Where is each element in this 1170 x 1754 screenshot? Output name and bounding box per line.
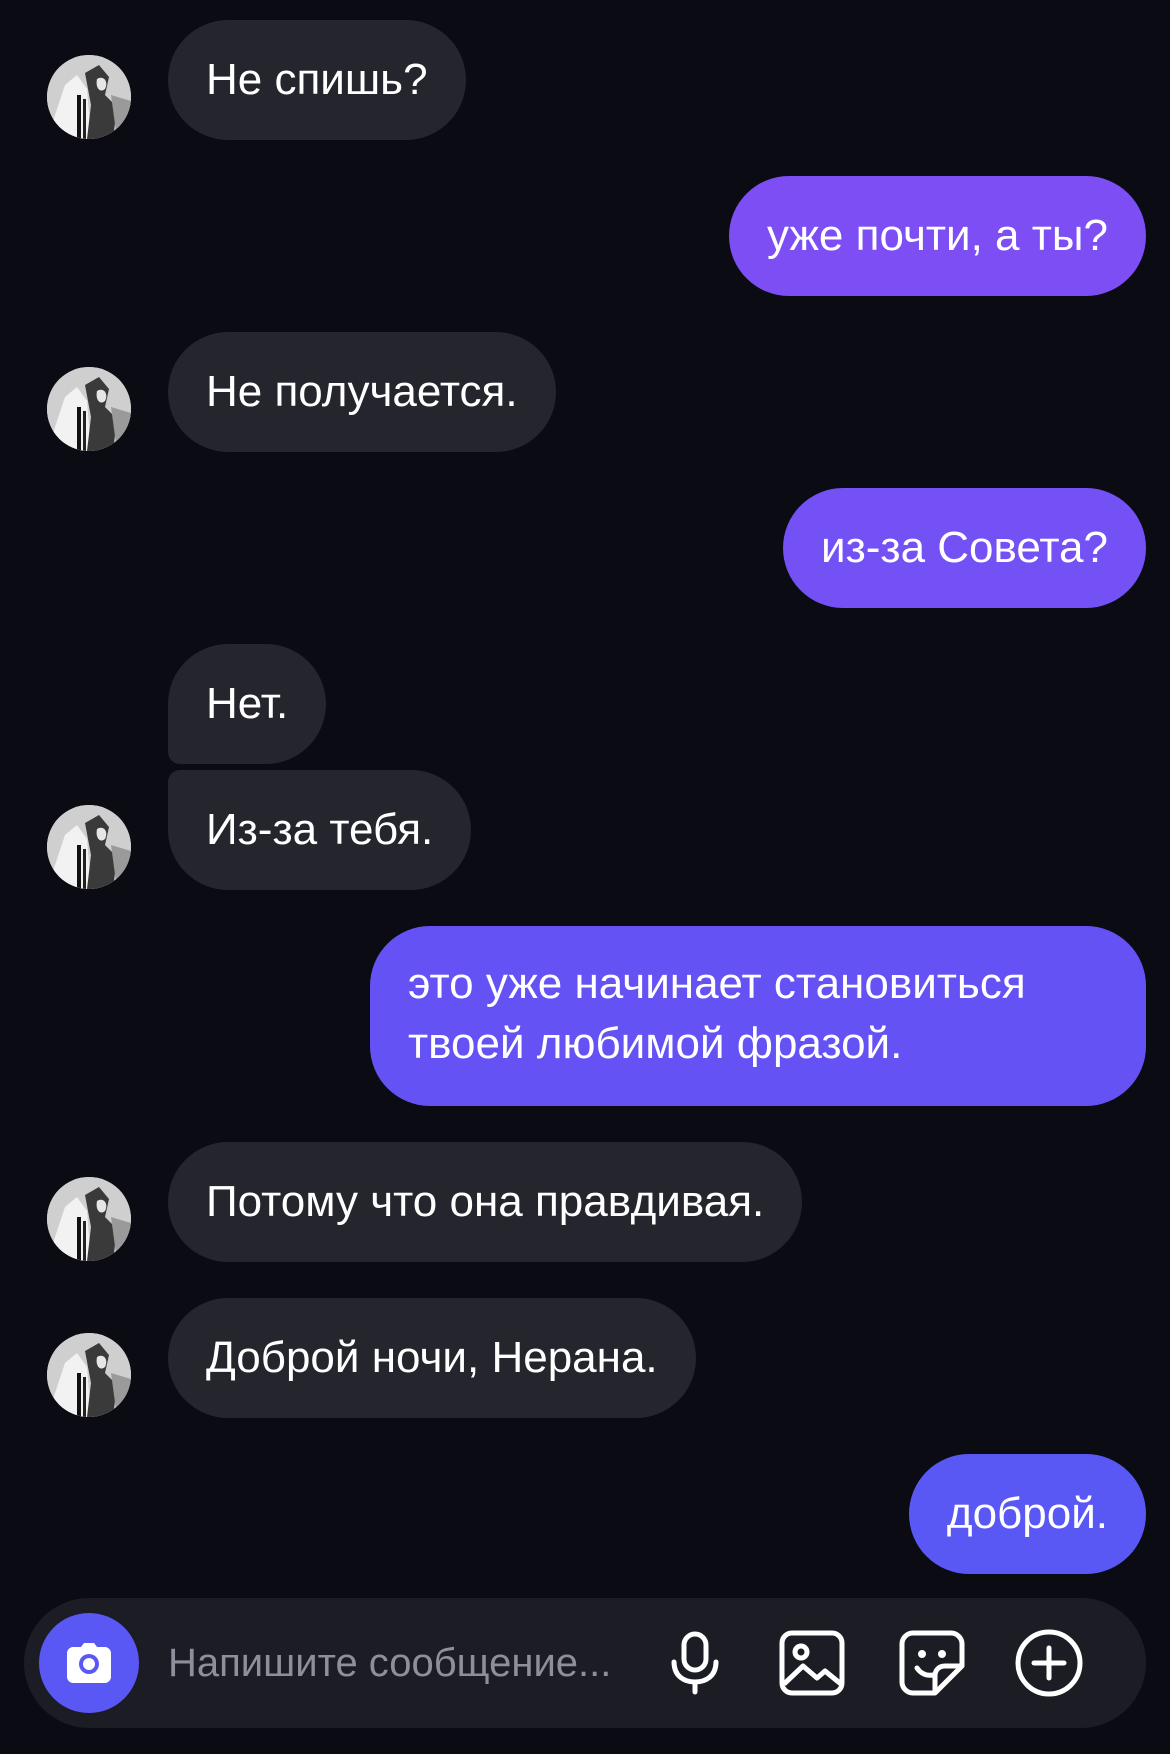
message-input[interactable]: Напишите сообщение...	[168, 1636, 611, 1690]
contact-avatar[interactable]	[47, 1177, 131, 1261]
message-bubble-incoming[interactable]: Из-за тебя.	[168, 770, 472, 890]
plus-circle-icon	[1015, 1629, 1083, 1697]
sticker-icon	[899, 1630, 965, 1696]
gallery-button[interactable]	[775, 1626, 849, 1700]
message-bubble-incoming[interactable]: Не получается.	[168, 332, 556, 452]
contact-avatar[interactable]	[47, 55, 131, 139]
message-bubble-incoming[interactable]: Не спишь?	[168, 20, 466, 140]
message-bubble-outgoing[interactable]: это уже начинает становиться твоей любим…	[370, 926, 1146, 1106]
contact-avatar[interactable]	[47, 1333, 131, 1417]
message-bubble-outgoing[interactable]: доброй.	[908, 1454, 1146, 1574]
more-button[interactable]	[1012, 1626, 1086, 1700]
message-bubble-incoming[interactable]: Потому что она правдивая.	[168, 1142, 803, 1262]
message-thread: Не спишь? уже почти, а ты? Не получается…	[0, 0, 1170, 1595]
message-bubble-incoming[interactable]: Доброй ночи, Нерана.	[168, 1298, 696, 1418]
camera-icon	[67, 1643, 111, 1683]
microphone-button[interactable]	[658, 1626, 732, 1700]
camera-button[interactable]	[39, 1613, 139, 1713]
message-composer: Напишите сообщение...	[24, 1598, 1146, 1728]
image-icon	[779, 1630, 845, 1696]
microphone-icon	[671, 1631, 719, 1695]
message-bubble-outgoing[interactable]: уже почти, а ты?	[729, 176, 1146, 296]
message-bubble-outgoing[interactable]: из-за Совета?	[782, 488, 1146, 608]
message-bubble-incoming[interactable]: Нет.	[168, 644, 327, 764]
contact-avatar[interactable]	[47, 367, 131, 451]
sticker-button[interactable]	[895, 1626, 969, 1700]
contact-avatar[interactable]	[47, 805, 131, 889]
